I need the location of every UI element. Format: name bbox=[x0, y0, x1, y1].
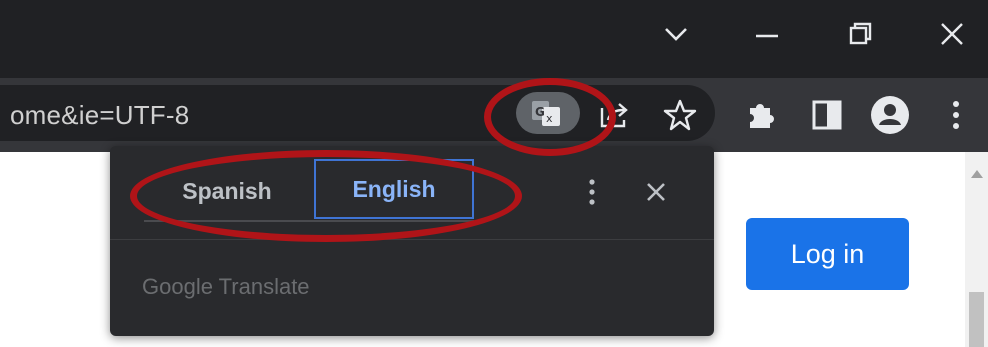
scrollbar-thumb[interactable] bbox=[969, 292, 984, 347]
bookmark-star-icon[interactable] bbox=[662, 97, 698, 133]
tab-english[interactable]: English bbox=[314, 159, 474, 219]
translate-popup: Spanish English Google Translate bbox=[110, 146, 714, 336]
tab-spanish[interactable]: Spanish bbox=[144, 162, 310, 220]
svg-text:x: x bbox=[546, 112, 553, 125]
close-icon[interactable] bbox=[932, 14, 972, 54]
chevron-down-icon[interactable] bbox=[656, 14, 696, 54]
svg-text:G: G bbox=[535, 105, 545, 119]
scrollbar[interactable] bbox=[965, 152, 988, 347]
login-button[interactable]: Log in bbox=[746, 218, 909, 290]
menu-icon[interactable] bbox=[944, 98, 968, 132]
more-options-icon[interactable] bbox=[582, 176, 602, 210]
minimize-icon[interactable] bbox=[747, 14, 787, 54]
tab-underline bbox=[144, 220, 474, 222]
translate-icon[interactable]: G x bbox=[516, 92, 580, 134]
browser-title-bar bbox=[0, 0, 988, 78]
scroll-up-arrow-icon[interactable] bbox=[971, 170, 983, 178]
google-translate-label: Google Translate bbox=[142, 274, 310, 299]
restore-icon[interactable] bbox=[840, 14, 880, 54]
url-text[interactable]: ome&ie=UTF-8 bbox=[10, 100, 189, 131]
side-panel-icon[interactable] bbox=[812, 100, 842, 130]
popup-divider bbox=[110, 239, 714, 240]
profile-icon[interactable] bbox=[870, 95, 910, 135]
share-icon[interactable] bbox=[598, 98, 632, 132]
extensions-icon[interactable] bbox=[744, 98, 778, 132]
close-icon[interactable] bbox=[644, 180, 668, 204]
